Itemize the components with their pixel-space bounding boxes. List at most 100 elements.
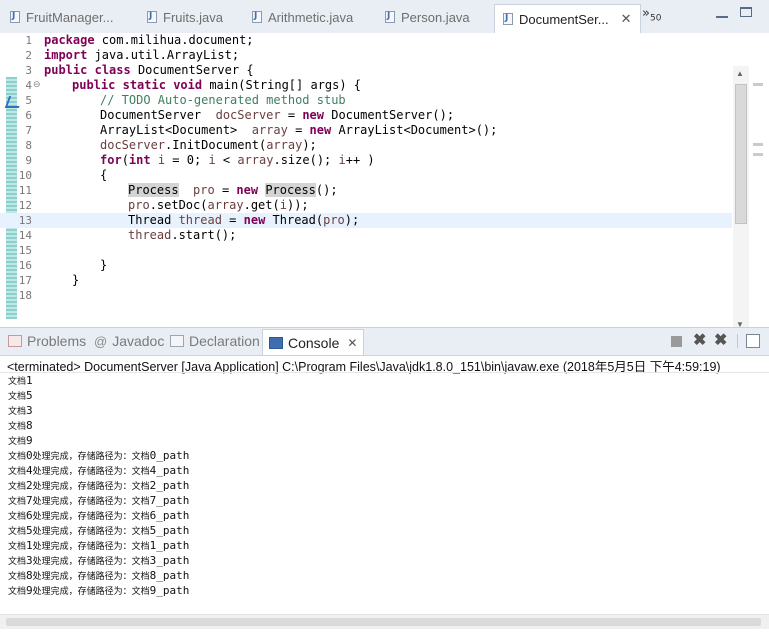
scroll-up-icon[interactable]: ▲ (736, 69, 744, 78)
line-number: 1 (25, 34, 32, 47)
output-line: 文档4处理完成，存储路径为：文档4_path (8, 464, 190, 477)
tab-label: Declaration (189, 333, 260, 349)
output-line: 文档0处理完成，存储路径为：文档0_path (8, 449, 190, 462)
minimize-icon[interactable] (716, 10, 728, 18)
code-line: 1 package com.milihua.document; (0, 33, 732, 48)
chevron-right-icon: » (642, 6, 650, 21)
tab-javadoc[interactable]: @ Javadoc (94, 333, 164, 349)
console-horizontal-scrollbar[interactable] (0, 614, 769, 629)
tab-label: Javadoc (112, 333, 165, 349)
tab-person[interactable]: Person.java (385, 4, 470, 30)
view-tab-bar: Problems @ Javadoc Declaration Console ✕… (0, 327, 769, 356)
line-number: 6 (25, 109, 32, 122)
code-line: 9 for(int i = 0; i < array.size(); i++ ) (0, 153, 732, 168)
tab-label: DocumentSer... (519, 11, 609, 27)
tab-label: Problems (27, 333, 87, 349)
scroll-thumb[interactable] (6, 618, 761, 626)
code-editor[interactable]: 1 package com.milihua.document; 2 import… (0, 33, 769, 354)
code-line: 5 // TODO Auto-generated method stub (0, 93, 732, 108)
close-tab-icon[interactable]: ✕ (621, 12, 632, 27)
output-line: 文档6处理完成，存储路径为：文档6_path (8, 509, 190, 522)
tab-fruitmanager[interactable]: FruitManager... (10, 4, 113, 30)
line-number: 17 (18, 274, 32, 287)
code-line: 10 { (0, 168, 732, 183)
output-line: 文档2处理完成，存储路径为：文档2_path (8, 479, 190, 492)
line-number: 18 (18, 289, 32, 302)
tab-fruits[interactable]: Fruits.java (147, 4, 223, 30)
code-line: 18 (0, 288, 732, 303)
tab-label: FruitManager... (26, 9, 114, 25)
line-number: 12 (18, 199, 32, 212)
output-line: 文档1 (8, 374, 33, 387)
code-text: Process pro = new Process(); (128, 183, 338, 197)
output-line: 文档8 (8, 419, 33, 432)
toolbar-separator (737, 334, 738, 348)
line-number: 10 (18, 169, 32, 182)
output-line: 文档9 (8, 434, 33, 447)
line-number: 2 (25, 49, 32, 62)
tab-label: Fruits.java (163, 9, 223, 25)
clear-console-icon[interactable] (746, 334, 760, 348)
line-number: 15 (18, 244, 32, 257)
code-text: for(int i = 0; i < array.size(); i++ ) (100, 153, 375, 167)
java-file-icon (252, 11, 262, 23)
tab-documentserver[interactable]: DocumentSer... ✕ (494, 4, 641, 33)
java-file-icon (147, 11, 157, 23)
overview-ruler (751, 83, 765, 343)
code-line: 14 thread.start(); (0, 228, 732, 243)
code-line: 2 import java.util.ArrayList; (0, 48, 732, 63)
code-text: public class DocumentServer { (44, 63, 254, 77)
tab-console[interactable]: Console ✕ (262, 329, 365, 355)
output-line: 文档7处理完成，存储路径为：文档7_path (8, 494, 190, 507)
more-tabs-button[interactable]: »50 (642, 6, 661, 24)
code-text: } (100, 258, 108, 272)
remove-all-terminated-icon[interactable]: ✖ (714, 333, 728, 349)
line-number: 4 (25, 79, 32, 92)
terminate-icon[interactable] (671, 336, 682, 347)
code-text: DocumentServer docServer = new DocumentS… (100, 108, 455, 122)
java-file-icon (10, 11, 20, 23)
line-number: 7 (25, 124, 32, 137)
java-file-icon (503, 13, 513, 25)
code-line: 12 pro.setDoc(array.get(i)); (0, 198, 732, 213)
close-view-icon[interactable]: ✕ (347, 336, 357, 350)
current-code-line: 13 Thread thread = new Thread(pro); (0, 213, 732, 228)
line-number: 5 (25, 94, 32, 107)
tab-label: Console (288, 334, 340, 351)
code-line: 17 } (0, 273, 732, 288)
code-text: docServer.InitDocument(array); (100, 138, 317, 152)
editor-vertical-scrollbar[interactable]: ▲ ▼ (733, 66, 749, 336)
line-number: 13 (18, 214, 32, 227)
code-line: 4 ⊖ public static void main(String[] arg… (0, 78, 732, 93)
output-line: 文档3处理完成，存储路径为：文档3_path (8, 554, 190, 567)
code-text: pro.setDoc(array.get(i)); (128, 198, 309, 212)
code-line: 7 ArrayList<Document> array = new ArrayL… (0, 123, 732, 138)
tab-label: Person.java (401, 9, 470, 25)
tab-declaration[interactable]: Declaration (170, 333, 260, 349)
code-line: 15 (0, 243, 732, 258)
java-file-icon (385, 11, 395, 23)
tab-problems[interactable]: Problems (8, 333, 86, 349)
output-line: 文档8处理完成，存储路径为：文档8_path (8, 569, 190, 582)
code-text: public static void main(String[] args) { (72, 78, 362, 92)
output-line: 文档3 (8, 404, 33, 417)
declaration-icon (170, 335, 184, 347)
scroll-thumb[interactable] (735, 84, 747, 224)
line-number: 16 (18, 259, 32, 272)
tab-label: Arithmetic.java (268, 9, 354, 25)
line-number: 3 (25, 64, 32, 77)
console-icon (269, 336, 283, 349)
console-output[interactable]: 文档1 文档5 文档3 文档8 文档9 文档0处理完成，存储路径为：文档0_pa… (8, 373, 189, 598)
code-line: 16 } (0, 258, 732, 273)
output-line: 文档5 (8, 389, 33, 402)
code-text: thread.start(); (128, 228, 237, 242)
line-number: 14 (18, 229, 32, 242)
tab-arithmetic[interactable]: Arithmetic.java (252, 4, 353, 30)
code-text: { (100, 168, 108, 182)
maximize-icon[interactable] (740, 7, 752, 17)
line-number: 9 (25, 154, 32, 167)
remove-launch-icon[interactable]: ✖ (693, 333, 707, 349)
editor-tab-bar: FruitManager... Fruits.java Arithmetic.j… (0, 0, 769, 34)
collapse-icon[interactable]: ⊖ (33, 78, 41, 93)
code-text: import java.util.ArrayList; (44, 48, 240, 62)
